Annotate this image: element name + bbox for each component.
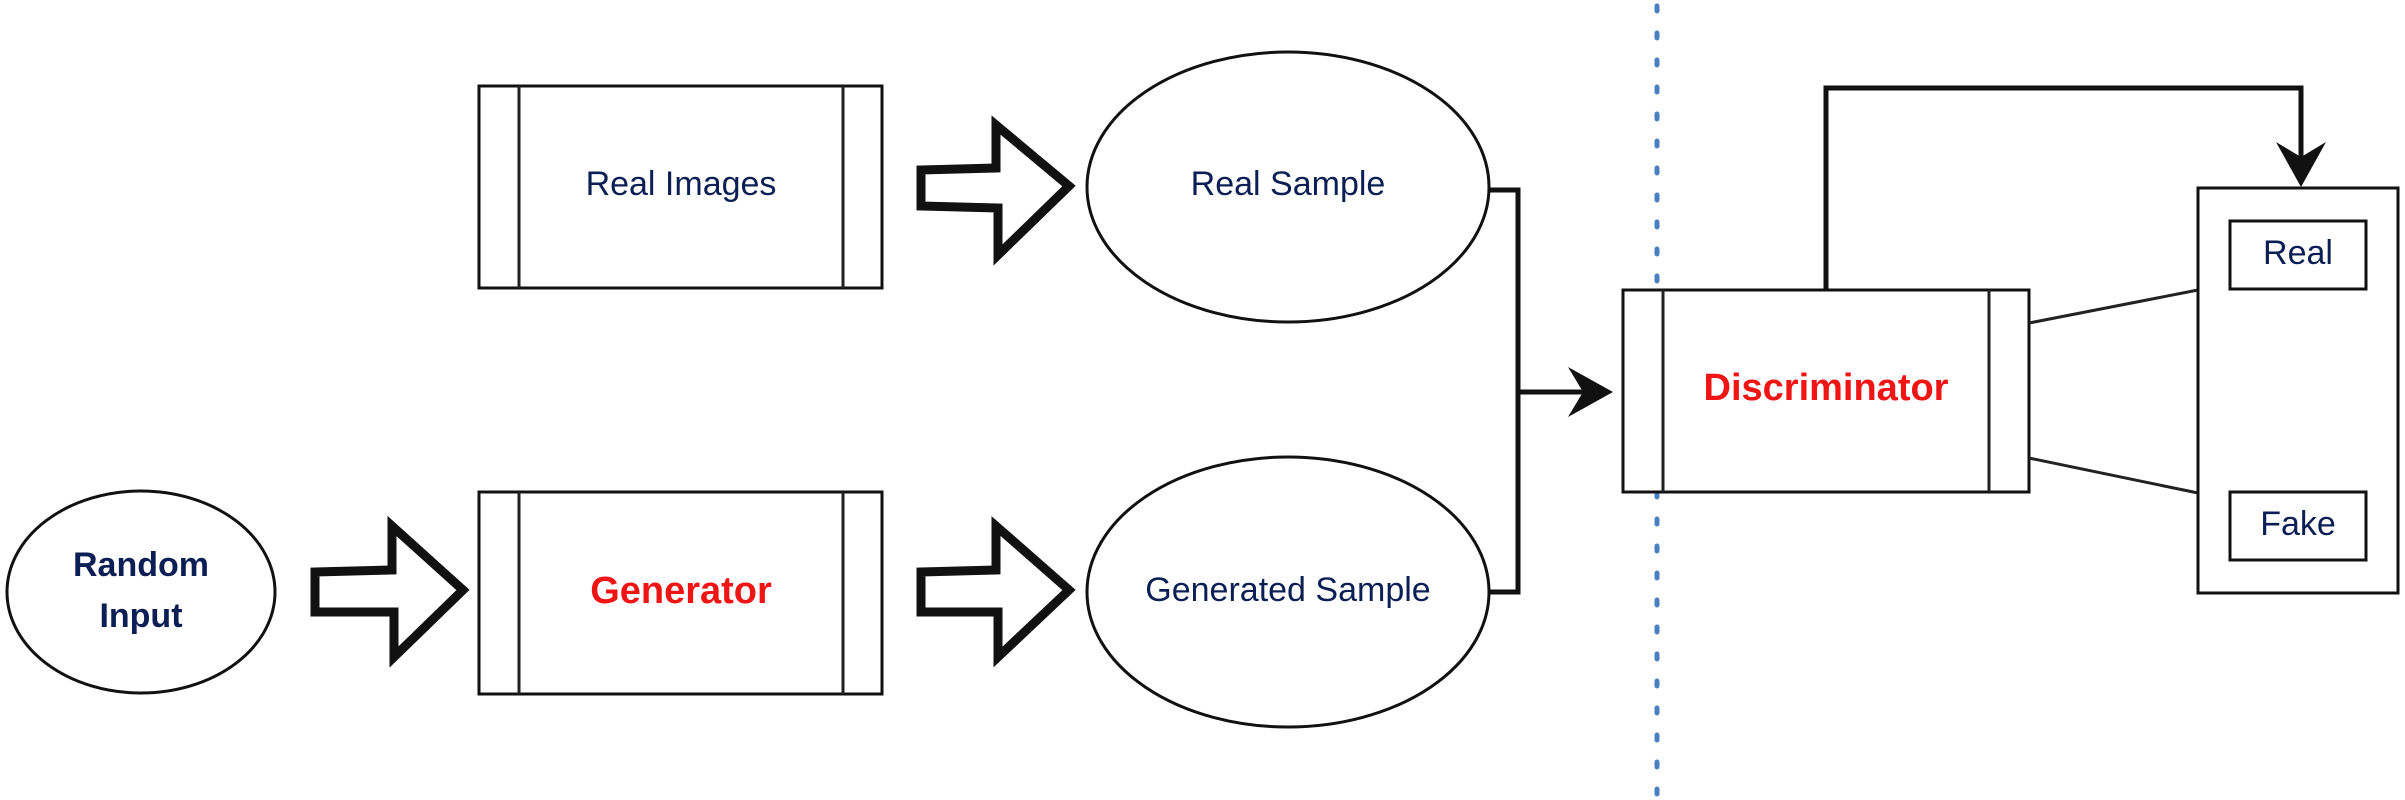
output-box: Real Fake bbox=[2196, 186, 2400, 595]
merge-connector bbox=[1489, 187, 1521, 595]
connector-line bbox=[2028, 288, 2199, 325]
random-input-label-line1: Random bbox=[73, 546, 209, 584]
generator-node: Generator bbox=[477, 490, 884, 696]
real-images-label: Real Images bbox=[586, 165, 777, 203]
output-fake-label: Fake bbox=[2260, 505, 2336, 543]
output-real-label: Real bbox=[2263, 234, 2333, 272]
hollow-arrow-icon bbox=[916, 516, 1076, 668]
hollow-arrow-icon bbox=[916, 115, 1076, 266]
real-sample-label: Real Sample bbox=[1191, 165, 1386, 203]
discriminator-label: Discriminator bbox=[1704, 367, 1949, 409]
connector-line bbox=[2028, 456, 2199, 495]
discriminator-node: Discriminator bbox=[1621, 288, 2031, 494]
real-sample-node: Real Sample bbox=[1085, 50, 1491, 324]
random-input-label-line2: Input bbox=[99, 597, 182, 635]
generated-sample-node: Generated Sample bbox=[1085, 455, 1491, 729]
generated-sample-label: Generated Sample bbox=[1145, 571, 1430, 609]
gan-diagram: Random Input Real Images Generator Real … bbox=[5, 3, 2400, 800]
hollow-arrow-icon bbox=[310, 515, 470, 668]
generator-label: Generator bbox=[590, 570, 772, 612]
random-input-node: Random Input bbox=[5, 489, 277, 695]
real-images-node: Real Images bbox=[477, 84, 884, 290]
